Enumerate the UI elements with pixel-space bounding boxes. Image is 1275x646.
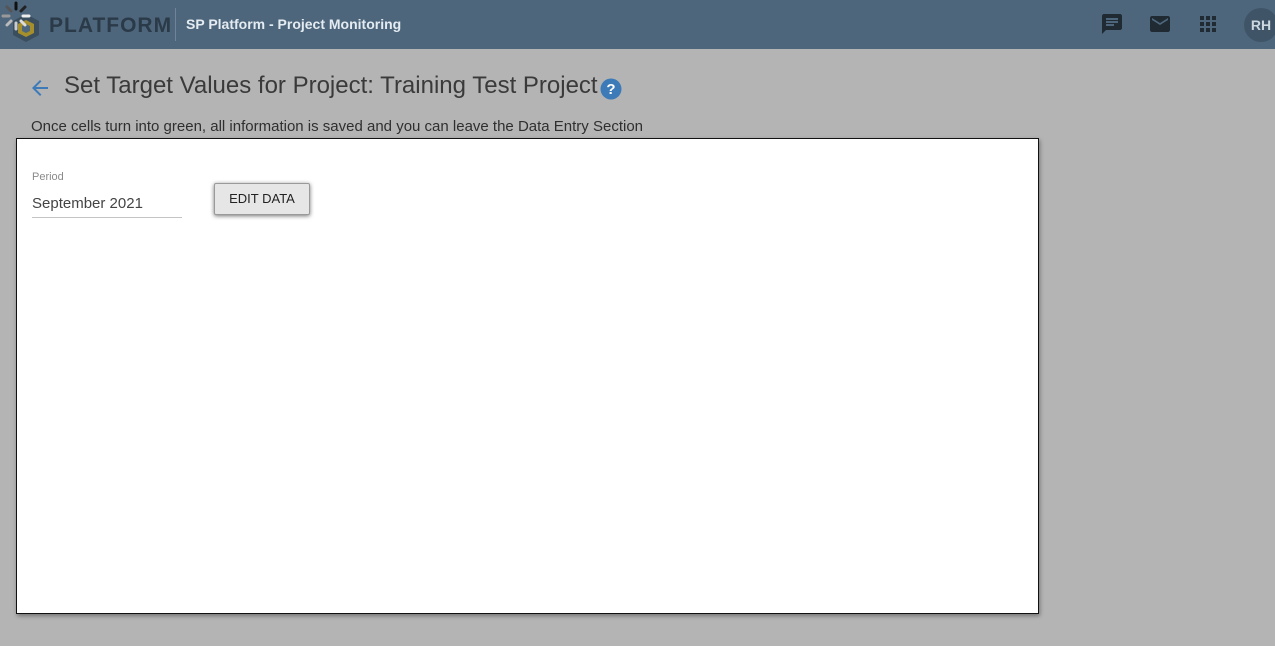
chat-icon[interactable] [1100,12,1124,36]
help-icon[interactable]: ? [600,78,622,100]
logo-text: PLATFORM [49,14,173,37]
apps-grid-icon[interactable] [1196,12,1220,36]
topbar-divider [175,8,176,41]
mail-icon[interactable] [1148,12,1172,36]
page-title: Set Target Values for Project: Training … [64,72,598,99]
period-label: Period [32,171,64,183]
data-entry-panel: Period September 2021 EDIT DATA [16,138,1039,614]
loading-spinner-icon [1,1,31,31]
app-title: SP Platform - Project Monitoring [186,16,402,32]
back-arrow-icon[interactable] [28,76,52,100]
period-select[interactable]: September 2021 [32,195,182,218]
user-avatar[interactable]: RH [1244,8,1275,42]
info-message: Once cells turn into green, all informat… [31,118,644,135]
top-app-bar: PLATFORM SP Platform - Project Monitorin… [0,0,1275,49]
svg-text:?: ? [606,81,615,98]
edit-data-button[interactable]: EDIT DATA [214,183,310,215]
